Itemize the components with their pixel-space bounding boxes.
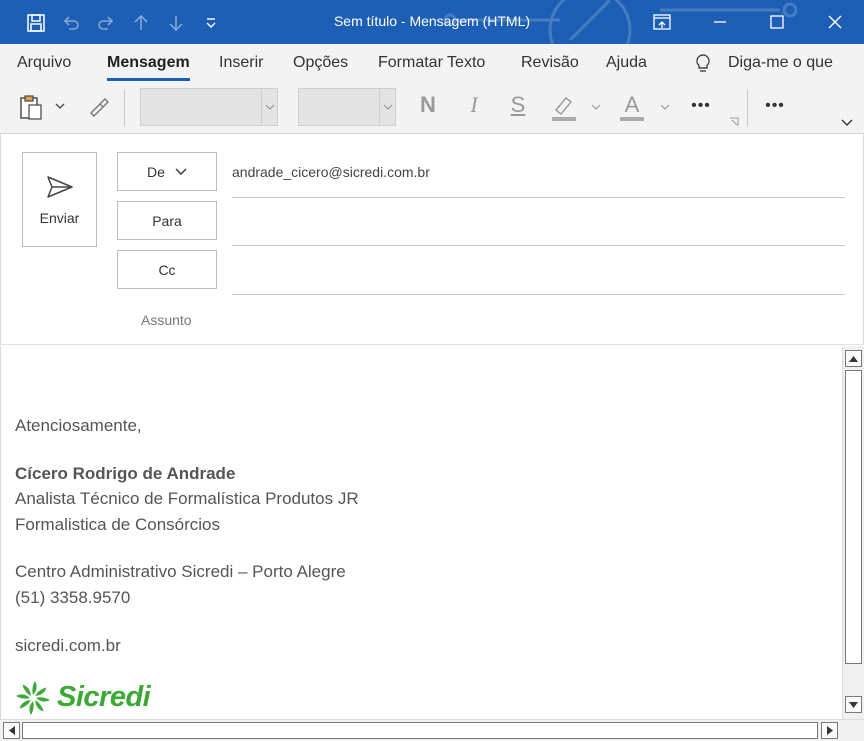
signature-role: Analista Técnico de Formalística Produto…: [15, 489, 359, 508]
from-label: De: [147, 163, 165, 180]
from-button[interactable]: De: [117, 152, 217, 191]
italic-button[interactable]: I: [461, 92, 487, 118]
signature-name: Cícero Rodrigo de Andrade: [15, 464, 236, 483]
scroll-left-button[interactable]: [3, 722, 20, 739]
ribbon-tabs: Arquivo Mensagem Inserir Opções Formatar…: [0, 44, 864, 82]
scroll-right-button[interactable]: [821, 722, 838, 739]
toolbar-separator: [747, 90, 748, 126]
ribbon-toolbar: N I S A ••• •••: [0, 82, 864, 134]
from-value: andrade_cicero@sicredi.com.br: [232, 164, 430, 180]
to-button[interactable]: Para: [117, 201, 217, 240]
sicredi-logo-mark: [16, 681, 50, 715]
font-name-combo[interactable]: [140, 88, 278, 126]
subject-label: Assunto: [141, 312, 192, 328]
signature-greeting: Atenciosamente,: [15, 416, 142, 435]
message-body[interactable]: Atenciosamente, Cícero Rodrigo de Andrad…: [0, 346, 842, 719]
send-label: Enviar: [39, 209, 80, 226]
bold-button[interactable]: N: [415, 92, 441, 118]
highlight-dropdown-icon[interactable]: [588, 98, 604, 116]
from-field-underline: [232, 197, 845, 198]
tab-mensagem[interactable]: Mensagem: [107, 54, 190, 81]
sicredi-logo-text: Sicredi: [57, 681, 151, 713]
signature-phone: (51) 3358.9570: [15, 588, 131, 607]
sicredi-logo: Sicredi: [15, 680, 175, 720]
cc-field-underline: [232, 294, 845, 295]
signature-department: Formalistica de Consórcios: [15, 515, 221, 534]
cc-label: Cc: [158, 261, 176, 278]
font-size-combo[interactable]: [298, 88, 396, 126]
chevron-down-icon[interactable]: [261, 89, 277, 125]
tab-inserir[interactable]: Inserir: [219, 54, 263, 72]
tell-me-search[interactable]: Diga-me o que: [728, 54, 833, 72]
horizontal-scrollbar[interactable]: [0, 719, 864, 741]
dialog-launcher-icon[interactable]: [728, 116, 740, 128]
send-button[interactable]: Enviar: [22, 152, 97, 247]
tab-ajuda[interactable]: Ajuda: [606, 54, 647, 72]
underline-button[interactable]: S: [505, 92, 531, 118]
format-painter-icon[interactable]: [84, 92, 114, 122]
vertical-scroll-thumb[interactable]: [845, 370, 862, 664]
scroll-up-button[interactable]: [845, 350, 862, 367]
paste-dropdown-icon[interactable]: [53, 96, 67, 116]
signature-website: sicredi.com.br: [15, 636, 121, 655]
maximize-icon[interactable]: [748, 0, 806, 44]
send-icon: [46, 175, 73, 198]
message-header: Enviar De andrade_cicero@sicredi.com.br …: [0, 134, 864, 345]
cc-button[interactable]: Cc: [117, 250, 217, 289]
chevron-down-icon[interactable]: [379, 89, 395, 125]
horizontal-scroll-thumb[interactable]: [22, 722, 818, 739]
to-field-underline: [232, 245, 845, 246]
tab-opcoes[interactable]: Opções: [293, 54, 348, 72]
signature-location: Centro Administrativo Sicredi – Porto Al…: [15, 562, 346, 581]
minimize-icon[interactable]: [691, 0, 749, 44]
tab-formatar-texto[interactable]: Formatar Texto: [378, 54, 485, 72]
ribbon-collapse-icon[interactable]: [838, 116, 856, 130]
subject-field[interactable]: [232, 302, 845, 338]
close-icon[interactable]: [806, 0, 864, 44]
vertical-scrollbar[interactable]: [842, 346, 864, 719]
highlight-icon[interactable]: [548, 90, 580, 124]
more-format-options-button[interactable]: •••: [684, 92, 718, 120]
lightbulb-icon[interactable]: [692, 52, 714, 76]
toolbar-separator: [124, 90, 125, 126]
title-bar: Sem título - Mensagem (HTML): [0, 0, 864, 44]
chevron-down-icon: [175, 168, 187, 175]
paste-icon[interactable]: [15, 90, 47, 126]
to-label: Para: [152, 212, 182, 229]
font-color-icon[interactable]: A: [616, 90, 648, 124]
font-color-glyph: A: [624, 92, 640, 117]
scroll-down-button[interactable]: [845, 696, 862, 713]
ribbon-display-icon[interactable]: [633, 0, 691, 44]
tab-revisao[interactable]: Revisão: [521, 54, 579, 72]
font-color-dropdown-icon[interactable]: [657, 98, 673, 116]
more-commands-button[interactable]: •••: [758, 92, 792, 120]
tab-arquivo[interactable]: Arquivo: [17, 54, 71, 72]
